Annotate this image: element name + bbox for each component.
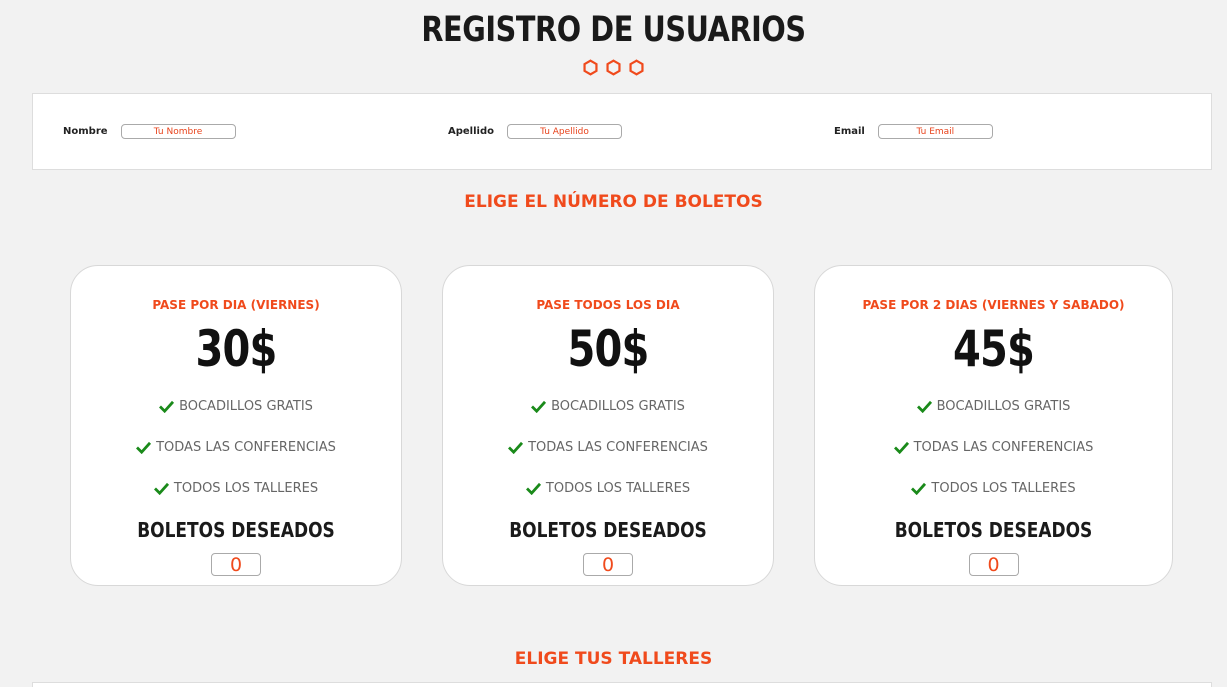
email-input[interactable]	[877, 124, 993, 139]
user-form: Nombre Apellido Email	[32, 93, 1212, 170]
feature-label: TODOS LOS TALLERES	[931, 481, 1076, 496]
registration-page: REGISTRO DE USUARIOS Nombre Apellido Ema…	[0, 0, 1227, 687]
wanted-tickets-label: BOLETOS DESEADOS	[137, 518, 335, 542]
check-icon	[153, 482, 169, 495]
check-icon	[525, 482, 541, 495]
hexagon-icon	[583, 59, 598, 76]
check-icon	[531, 400, 547, 413]
feature-item: TODOS LOS TALLERES	[815, 481, 1172, 496]
feature-item: TODOS LOS TALLERES	[443, 481, 773, 496]
ticket-title: PASE POR DIA (VIERNES)	[152, 298, 320, 312]
last-name-label: Apellido	[448, 126, 494, 137]
feature-item: BOCADILLOS GRATIS	[443, 399, 773, 414]
feature-item: BOCADILLOS GRATIS	[71, 399, 401, 414]
ticket-card-two-days: PASE POR 2 DIAS (VIERNES Y SABADO) 45$ B…	[814, 265, 1173, 586]
wanted-tickets-label: BOLETOS DESEADOS	[509, 518, 707, 542]
last-name-input[interactable]	[507, 124, 622, 139]
ticket-card-all-days: PASE TODOS LOS DIA 50$ BOCADILLOS GRATIS…	[442, 265, 774, 586]
ticket-price: 30$	[195, 320, 277, 378]
quantity-input[interactable]	[968, 553, 1019, 576]
quantity-input[interactable]	[211, 553, 261, 576]
quantity-input[interactable]	[583, 553, 633, 576]
feature-item: BOCADILLOS GRATIS	[815, 399, 1172, 414]
hexagon-decoration	[0, 59, 1227, 76]
ticket-card-day: PASE POR DIA (VIERNES) 30$ BOCADILLOS GR…	[70, 265, 402, 586]
last-name-group: Apellido	[448, 124, 622, 139]
feature-item: TODAS LAS CONFERENCIAS	[815, 440, 1172, 455]
feature-item: TODAS LAS CONFERENCIAS	[71, 440, 401, 455]
check-icon	[893, 441, 909, 454]
workshops-heading: ELIGE TUS TALLERES	[514, 649, 713, 669]
feature-item: TODAS LAS CONFERENCIAS	[443, 440, 773, 455]
feature-label: TODOS LOS TALLERES	[545, 481, 691, 496]
feature-label: TODAS LAS CONFERENCIAS	[528, 440, 708, 455]
feature-label: TODAS LAS CONFERENCIAS	[913, 440, 1094, 455]
wanted-tickets-label: BOLETOS DESEADOS	[894, 518, 1093, 542]
page-title: REGISTRO DE USUARIOS	[421, 10, 806, 50]
tickets-heading: ELIGE EL NÚMERO DE BOLETOS	[464, 192, 763, 212]
feature-label: BOCADILLOS GRATIS	[551, 399, 685, 414]
ticket-title: PASE TODOS LOS DIA	[536, 298, 680, 312]
feature-label: TODOS LOS TALLERES	[173, 481, 319, 496]
workshops-panel	[32, 682, 1212, 687]
email-group: Email	[834, 124, 993, 139]
ticket-price: 45$	[952, 320, 1035, 378]
feature-label: BOCADILLOS GRATIS	[179, 399, 313, 414]
check-icon	[916, 400, 932, 413]
check-icon	[136, 441, 152, 454]
ticket-price: 50$	[567, 320, 649, 378]
feature-label: TODAS LAS CONFERENCIAS	[156, 440, 336, 455]
feature-item: TODOS LOS TALLERES	[71, 481, 401, 496]
first-name-label: Nombre	[63, 126, 108, 137]
hexagon-icon	[606, 59, 621, 76]
email-label: Email	[834, 126, 865, 137]
ticket-title: PASE POR 2 DIAS (VIERNES Y SABADO)	[862, 298, 1125, 312]
first-name-input[interactable]	[120, 124, 236, 139]
check-icon	[911, 482, 927, 495]
feature-label: BOCADILLOS GRATIS	[936, 399, 1071, 414]
hexagon-icon	[629, 59, 644, 76]
check-icon	[508, 441, 524, 454]
check-icon	[159, 400, 175, 413]
first-name-group: Nombre	[63, 124, 236, 139]
